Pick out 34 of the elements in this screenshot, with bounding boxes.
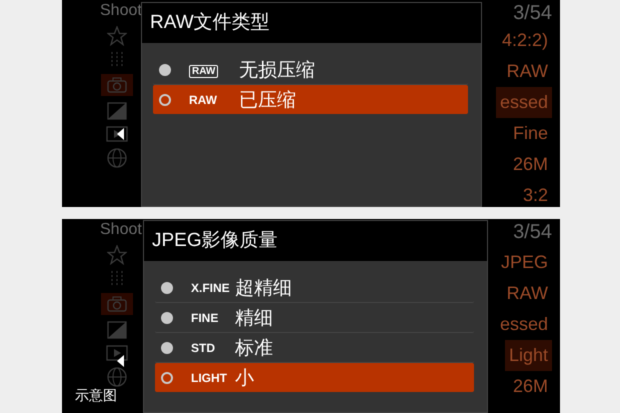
caption: 示意图 — [75, 387, 117, 405]
dialog-title: RAW文件类型 — [142, 3, 481, 43]
format-badge: RAW — [189, 64, 218, 78]
setting-value[interactable]: essed — [496, 87, 552, 118]
option-label: 标准 — [235, 336, 273, 360]
menu-title: Shoot — [100, 2, 142, 20]
setting-value[interactable]: Fine — [508, 118, 552, 149]
setting-value[interactable]: 4:2:2) — [498, 25, 552, 56]
option-row[interactable]: FINE 精细 — [155, 303, 474, 333]
option-row[interactable]: RAW 已压缩 — [153, 85, 468, 114]
option-label: 已压缩 — [239, 88, 296, 112]
format-label: LIGHT — [191, 370, 227, 384]
option-label: 精细 — [235, 306, 273, 330]
setting-value[interactable]: JPEG — [496, 247, 552, 278]
setting-value[interactable]: Light — [504, 340, 552, 371]
option-row[interactable]: X.FINE 超精细 — [155, 273, 474, 303]
format-label: STD — [191, 340, 215, 354]
page-number: 3/54 — [513, 2, 552, 25]
format-label: FINE — [191, 310, 218, 324]
option-row[interactable]: LIGHT 小 — [155, 363, 474, 392]
format-label: RAW — [189, 92, 217, 106]
setting-value[interactable]: RAW — [502, 278, 552, 309]
option-label: 超精细 — [235, 276, 292, 300]
option-label: 小 — [235, 366, 254, 390]
setting-value[interactable]: 3:2 — [518, 180, 552, 207]
setting-value[interactable]: RAW — [502, 56, 552, 87]
setting-value[interactable]: 26M — [508, 149, 552, 180]
dialog-title: JPEG影像质量 — [144, 221, 487, 261]
option-label: 无损压缩 — [239, 58, 315, 82]
format-label: X.FINE — [191, 280, 230, 294]
setting-value[interactable]: essed — [496, 309, 552, 340]
menu-title: Shoot — [100, 221, 142, 239]
setting-value[interactable]: 26M — [508, 371, 552, 402]
page-number: 3/54 — [513, 221, 552, 245]
